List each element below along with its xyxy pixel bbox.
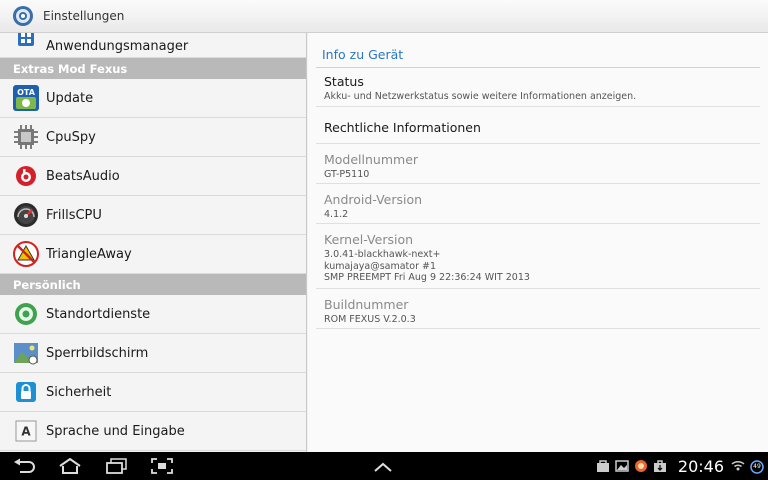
app-notification-icon (634, 460, 647, 472)
list-item-label: Standortdienste (46, 306, 151, 322)
svg-text:OTA: OTA (17, 88, 36, 97)
action-bar: Einstellungen (0, 0, 768, 33)
android-version-title: Android-Version (324, 192, 423, 207)
recent-apps-icon (106, 458, 127, 474)
cpu-chip-icon (12, 123, 40, 151)
kernel-version-line2: kumajaya@samator #1 (324, 260, 437, 272)
build-number-item[interactable]: Buildnummer ROM FEXUS V.2.0.3 (316, 289, 760, 329)
legal-info-item[interactable]: Rechtliche Informationen (316, 107, 760, 144)
section-divider (316, 67, 760, 68)
section-header-persoenlich: Persönlich (0, 274, 306, 295)
list-item-label: Sicherheit (46, 384, 112, 400)
list-item-cpuspy[interactable]: CpuSpy (0, 118, 306, 157)
recent-apps-button[interactable] (96, 452, 136, 480)
legal-info-title: Rechtliche Informationen (324, 120, 481, 135)
kernel-version-line1: 3.0.41-blackhawk-next+ (324, 249, 441, 260)
android-version-item[interactable]: Android-Version 4.1.2 (316, 184, 760, 224)
screenshot-icon (151, 458, 173, 474)
app-title: Einstellungen (43, 9, 125, 23)
list-item-standortdienste[interactable]: Standortdienste (0, 295, 306, 334)
list-item-label: FrillsCPU (46, 207, 102, 223)
section-header-extras: Extras Mod Fexus (0, 58, 306, 79)
list-item-label: Update (46, 90, 94, 106)
system-bar: 20:46 49 (0, 452, 768, 480)
list-item-sperrbildschirm[interactable]: Sperrbildschirm (0, 334, 306, 373)
kernel-version-title: Kernel-Version (324, 232, 414, 247)
list-item-sicherheit[interactable]: Sicherheit (0, 373, 306, 412)
location-icon (12, 300, 40, 328)
android-version-value: 4.1.2 (324, 209, 349, 220)
build-number-value: ROM FEXUS V.2.0.3 (324, 314, 416, 325)
clock: 20:46 (677, 456, 724, 476)
list-item-anwendungsmanager[interactable]: Anwendungsmanager (0, 33, 306, 58)
status-title: Status (324, 74, 364, 89)
back-arrow-icon (14, 458, 35, 473)
back-button[interactable] (4, 452, 44, 480)
screenshot-button[interactable] (142, 452, 182, 480)
list-item-triangleaway[interactable]: TriangleAway (0, 235, 306, 274)
warning-triangle-icon (12, 240, 40, 268)
list-item-beatsaudio[interactable]: BeatsAudio (0, 157, 306, 196)
settings-gear-icon[interactable] (12, 5, 34, 27)
ota-update-icon: OTA (12, 84, 40, 112)
download-notification-icon (653, 460, 666, 472)
list-item-label: TriangleAway (46, 246, 132, 262)
image-notification-icon (615, 460, 629, 472)
expand-panel-button[interactable] (373, 458, 393, 477)
list-item-frillscpu[interactable]: FrillsCPU (0, 196, 306, 235)
status-summary: Akku- und Netzwerkstatus sowie weitere I… (324, 91, 637, 102)
model-number-title: Modellnummer (324, 152, 419, 167)
list-item-sprache-und-eingabe[interactable]: A Sprache und Eingabe (0, 412, 306, 451)
lock-icon (12, 378, 40, 406)
battery-level: 49 (753, 462, 761, 470)
build-number-title: Buildnummer (324, 297, 409, 312)
speedometer-icon (12, 201, 40, 229)
list-item-label: Sperrbildschirm (46, 345, 149, 361)
list-item-label: CpuSpy (46, 129, 96, 145)
svg-text:A: A (21, 425, 31, 439)
home-button[interactable] (50, 452, 90, 480)
model-number-value: GT-P5110 (324, 169, 370, 180)
beats-audio-icon (12, 162, 40, 190)
shopping-bag-icon (596, 460, 609, 472)
list-item-label: BeatsAudio (46, 168, 120, 184)
kernel-version-line3: SMP PREEMPT Fri Aug 9 22:36:24 WIT 2013 (324, 272, 530, 283)
list-item-label: Sprache und Eingabe (46, 423, 185, 439)
wifi-icon (731, 460, 745, 471)
status-item[interactable]: Status Akku- und Netzwerkstatus sowie we… (316, 69, 760, 107)
list-item-label: Anwendungsmanager (46, 39, 189, 54)
apps-grid-icon (12, 33, 40, 54)
chevron-up-icon (374, 462, 392, 472)
device-info-pane: Info zu Gerät Status Akku- und Netzwerks… (308, 33, 768, 452)
keyboard-a-icon: A (12, 417, 40, 445)
model-number-item: Modellnummer GT-P5110 (316, 144, 760, 184)
section-title: Info zu Gerät (322, 47, 404, 62)
status-area[interactable]: 20:46 49 (596, 452, 764, 480)
home-icon (59, 458, 81, 474)
kernel-version-item: Kernel-Version 3.0.41-blackhawk-next+ ku… (316, 224, 760, 289)
battery-indicator: 49 (750, 459, 764, 474)
list-item-update[interactable]: OTA Update (0, 79, 306, 118)
settings-category-list[interactable]: Anwendungsmanager Extras Mod Fexus OTA U… (0, 33, 307, 452)
lockscreen-icon (12, 339, 40, 367)
